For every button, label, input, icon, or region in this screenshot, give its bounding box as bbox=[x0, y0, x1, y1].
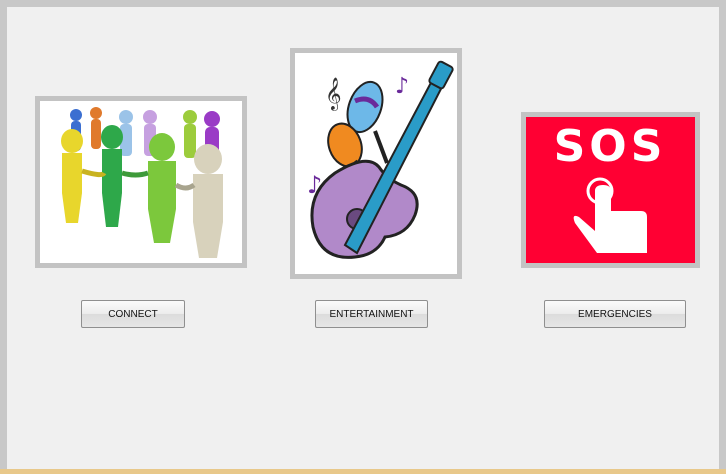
sos-button-icon: SOS bbox=[526, 117, 695, 263]
window-bottom-edge bbox=[0, 469, 726, 474]
svg-text:♪: ♪ bbox=[395, 74, 409, 99]
entertainment-button[interactable]: ENTERTAINMENT bbox=[315, 300, 428, 328]
emergency-image[interactable]: SOS bbox=[521, 112, 700, 268]
connect-button[interactable]: CONNECT bbox=[81, 300, 185, 328]
sos-text: SOS bbox=[554, 121, 667, 172]
people-circle-icon bbox=[61, 107, 223, 258]
svg-text:𝄞: 𝄞 bbox=[325, 77, 342, 111]
guitar-maracas-icon: 𝄞 ♪ ♪ bbox=[307, 60, 454, 259]
emergencies-button[interactable]: EMERGENCIES bbox=[544, 300, 686, 328]
connect-image[interactable] bbox=[35, 96, 247, 268]
entertainment-image[interactable]: 𝄞 ♪ ♪ bbox=[290, 48, 462, 279]
